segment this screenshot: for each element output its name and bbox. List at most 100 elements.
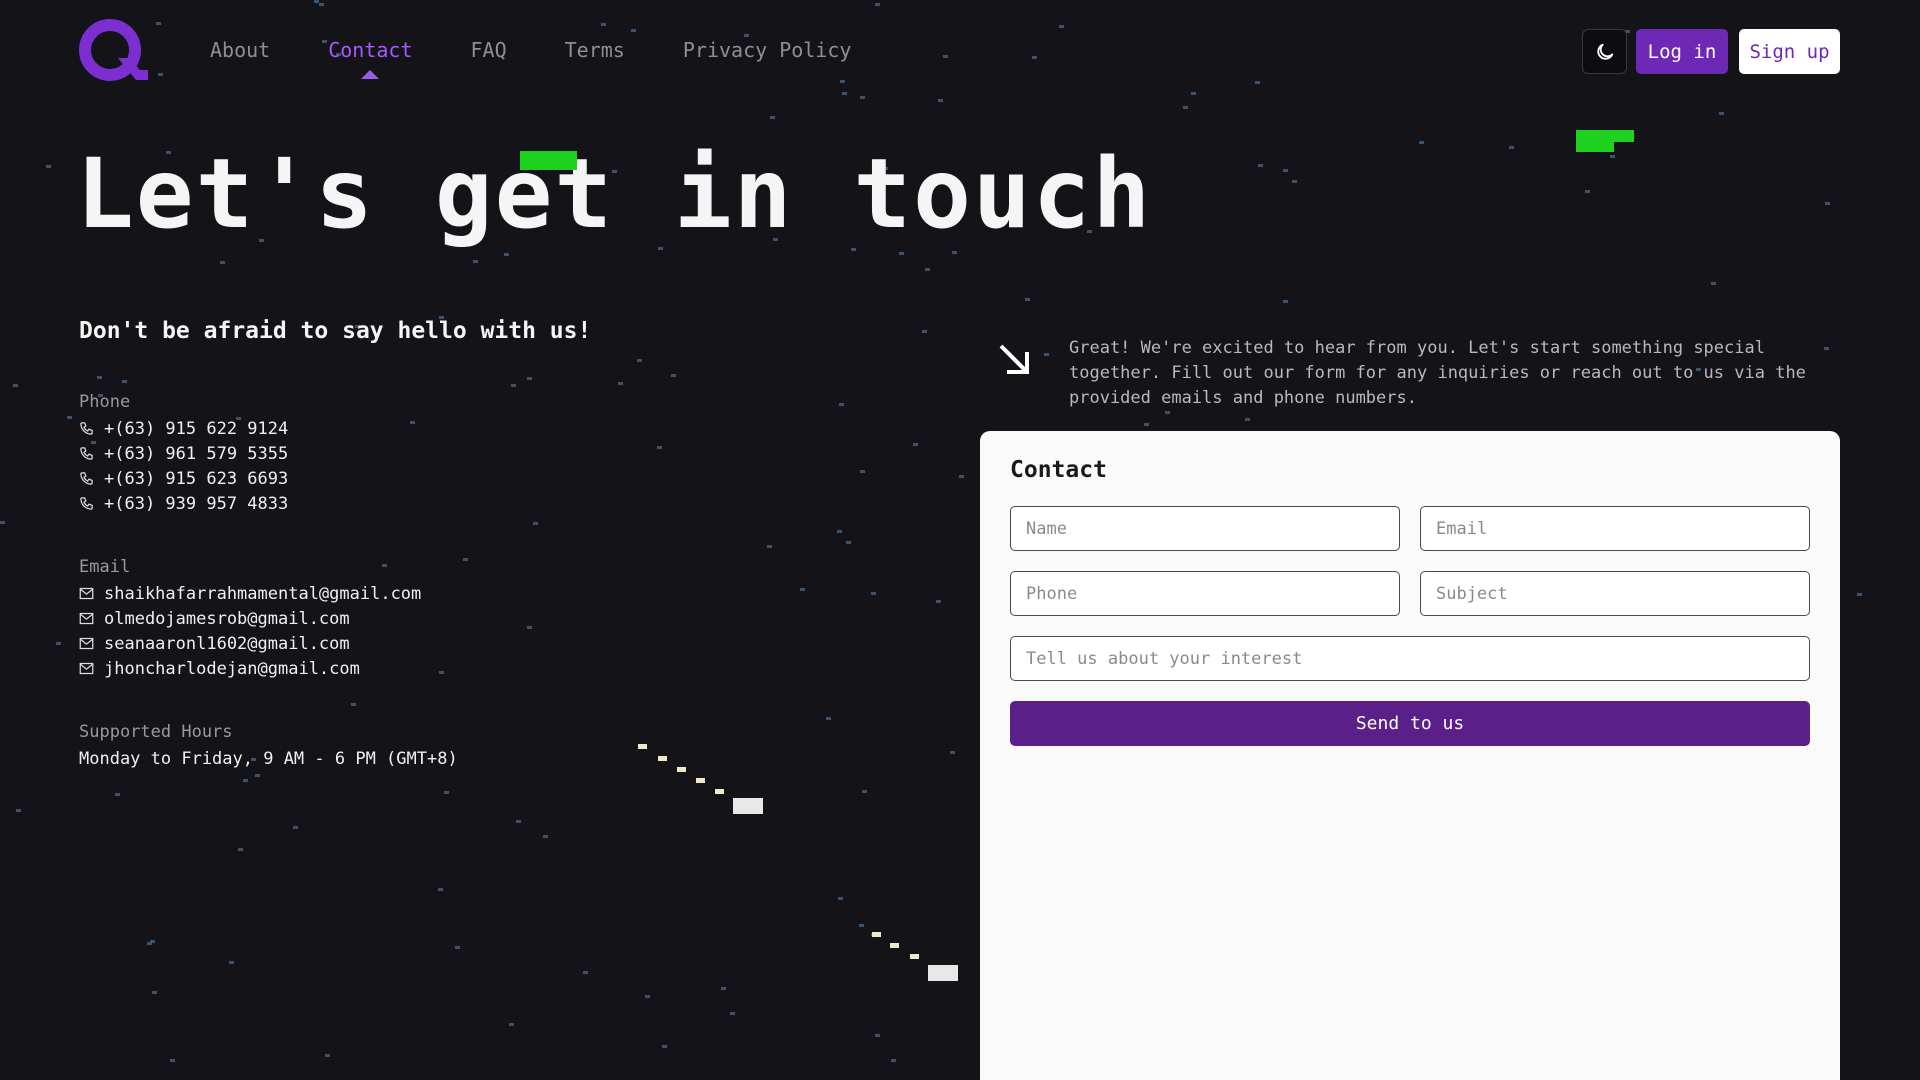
- email-item[interactable]: shaikhafarrahmamental@gmail.com: [79, 581, 421, 606]
- star-dot: [543, 835, 548, 838]
- star-dot: [657, 446, 662, 449]
- star-dot: [938, 99, 943, 102]
- star-dot: [509, 1023, 514, 1026]
- star-dot: [238, 848, 243, 851]
- star-dot: [730, 1012, 735, 1015]
- signup-button[interactable]: Sign up: [1739, 29, 1840, 74]
- nav-faq[interactable]: FAQ: [471, 38, 507, 62]
- pixel-decoration: [638, 744, 647, 749]
- nav-about[interactable]: About: [210, 38, 270, 62]
- phone-item[interactable]: +(63) 915 622 9124: [79, 416, 288, 441]
- star-dot: [444, 791, 449, 794]
- login-button[interactable]: Log in: [1636, 29, 1728, 74]
- star-dot: [1857, 593, 1862, 596]
- star-dot: [770, 116, 775, 119]
- star-dot: [229, 961, 234, 964]
- email-address: seanaaronl1602@gmail.com: [104, 633, 350, 654]
- star-dot: [511, 384, 516, 387]
- star-dot: [516, 820, 521, 823]
- star-dot: [662, 1045, 667, 1048]
- nav-contact[interactable]: Contact: [328, 38, 412, 62]
- star-dot: [314, 0, 319, 3]
- hours-section: Supported Hours Monday to Friday, 9 AM -…: [79, 722, 458, 771]
- arrow-down-right-icon: [999, 344, 1029, 374]
- form-title: Contact: [1010, 457, 1107, 483]
- star-dot: [925, 268, 930, 271]
- star-dot: [1585, 190, 1590, 193]
- star-dot: [56, 642, 61, 645]
- star-dot: [152, 991, 157, 994]
- star-dot: [1044, 353, 1049, 356]
- star-dot: [859, 924, 864, 927]
- star-dot: [1719, 112, 1724, 115]
- star-dot: [325, 1054, 330, 1057]
- star-dot: [1825, 202, 1830, 205]
- star-dot: [839, 403, 844, 406]
- star-dot: [618, 382, 623, 385]
- star-dot: [1610, 155, 1615, 158]
- star-dot: [1032, 56, 1037, 59]
- star-dot: [767, 545, 772, 548]
- mail-icon: [79, 612, 94, 625]
- email-section: Email shaikhafarrahmamental@gmail.com ol…: [79, 557, 421, 681]
- phone-item[interactable]: +(63) 961 579 5355: [79, 441, 288, 466]
- star-dot: [1419, 141, 1424, 144]
- star-dot: [46, 165, 51, 168]
- nav-privacy-policy[interactable]: Privacy Policy: [683, 38, 852, 62]
- interest-field[interactable]: [1010, 636, 1810, 681]
- star-dot: [943, 55, 948, 58]
- star-dot: [243, 779, 248, 782]
- star-dot: [800, 588, 805, 591]
- star-dot: [952, 251, 957, 254]
- name-field[interactable]: [1010, 506, 1400, 551]
- subject-field[interactable]: [1420, 571, 1810, 616]
- star-dot: [1255, 81, 1260, 84]
- phone-icon: [80, 422, 93, 435]
- mail-icon: [79, 637, 94, 650]
- pixel-decoration: [677, 767, 686, 772]
- pixel-decoration: [928, 965, 958, 981]
- mail-icon: [79, 662, 94, 675]
- star-dot: [744, 34, 749, 37]
- send-button[interactable]: Send to us: [1010, 701, 1810, 746]
- phone-field[interactable]: [1010, 571, 1400, 616]
- star-dot: [840, 80, 845, 83]
- star-dot: [826, 717, 831, 720]
- star-dot: [147, 942, 152, 945]
- pixel-decoration: [872, 932, 881, 937]
- phone-item[interactable]: +(63) 915 623 6693: [79, 466, 288, 491]
- pixel-decoration: [910, 954, 919, 959]
- star-dot: [631, 29, 636, 32]
- star-dot: [637, 359, 642, 362]
- theme-toggle-button[interactable]: [1582, 29, 1627, 74]
- logo-icon[interactable]: [78, 18, 150, 86]
- hours-label: Supported Hours: [79, 722, 233, 742]
- star-dot: [601, 23, 606, 26]
- phone-section: Phone +(63) 915 622 9124 +(63) 961 579 5…: [79, 392, 288, 516]
- nav-terms[interactable]: Terms: [565, 38, 625, 62]
- page-title: Let's get in touch: [76, 138, 1153, 250]
- email-field[interactable]: [1420, 506, 1810, 551]
- email-item[interactable]: olmedojamesrob@gmail.com: [79, 606, 421, 631]
- contact-form: Contact Send to us: [980, 431, 1840, 1080]
- phone-item[interactable]: +(63) 939 957 4833: [79, 491, 288, 516]
- star-dot: [891, 1059, 896, 1062]
- star-dot: [473, 260, 478, 263]
- email-item[interactable]: seanaaronl1602@gmail.com: [79, 631, 421, 656]
- star-dot: [97, 376, 102, 379]
- email-item[interactable]: jhoncharlodejan@gmail.com: [79, 656, 421, 681]
- star-dot: [846, 541, 851, 544]
- star-dot: [860, 470, 865, 473]
- star-dot: [860, 96, 865, 99]
- star-dot: [220, 261, 225, 264]
- email-address: jhoncharlodejan@gmail.com: [104, 658, 360, 679]
- star-dot: [1283, 300, 1288, 303]
- star-dot: [438, 888, 443, 891]
- star-dot: [721, 987, 726, 990]
- star-dot: [1509, 146, 1514, 149]
- star-dot: [156, 22, 161, 25]
- pixel-decoration: [696, 778, 705, 783]
- phone-number: +(63) 915 623 6693: [104, 468, 289, 489]
- phone-number: +(63) 961 579 5355: [104, 443, 289, 464]
- pixel-decoration: [715, 789, 724, 794]
